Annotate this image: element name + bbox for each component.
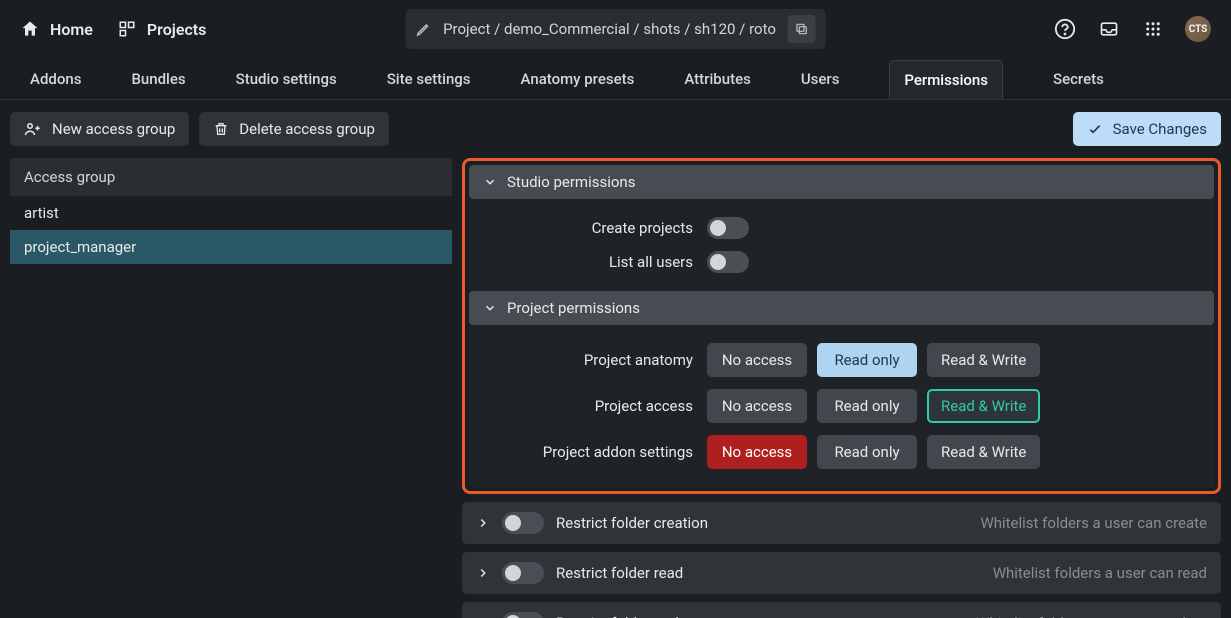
project-permissions-header[interactable]: Project permissions <box>469 291 1214 325</box>
addon-read-write[interactable]: Read & Write <box>927 435 1040 469</box>
restrict-folder-creation[interactable]: Restrict folder creation Whitelist folde… <box>462 502 1221 544</box>
studio-permissions-header[interactable]: Studio permissions <box>469 165 1214 199</box>
main: Access group artist project_manager Stud… <box>0 158 1231 618</box>
addon-no-access[interactable]: No access <box>707 435 807 469</box>
anatomy-read-only[interactable]: Read only <box>817 343 917 377</box>
tab-secrets[interactable]: Secrets <box>1053 60 1104 98</box>
perm-row-access: Project access No access Read only Read … <box>483 383 1200 429</box>
restrict-folder-read[interactable]: Restrict folder read Whitelist folders a… <box>462 552 1221 594</box>
access-group-sidebar: Access group artist project_manager <box>10 158 452 618</box>
home-icon <box>20 19 40 39</box>
copy-button[interactable] <box>788 15 816 43</box>
permissions-content: Studio permissions Create projects List … <box>462 158 1221 618</box>
nav-home[interactable]: Home <box>20 19 93 39</box>
perm-options: No access Read only Read & Write <box>707 435 1040 469</box>
sidebar-header: Access group <box>10 158 452 196</box>
collapsible-hint: Whitelist folders a user can update <box>976 614 1207 618</box>
inbox-icon[interactable] <box>1097 17 1121 41</box>
restrict-folder-creation-toggle[interactable] <box>502 512 544 534</box>
anatomy-read-write[interactable]: Read & Write <box>927 343 1040 377</box>
chevron-down-icon <box>483 175 497 189</box>
tab-addons[interactable]: Addons <box>30 60 81 98</box>
tab-site-settings[interactable]: Site settings <box>387 60 471 98</box>
perm-row-anatomy: Project anatomy No access Read only Read… <box>483 337 1200 383</box>
nav-projects-label: Projects <box>147 20 207 39</box>
sidebar-item-artist[interactable]: artist <box>10 196 452 230</box>
new-access-group-button[interactable]: New access group <box>10 112 189 146</box>
studio-permissions-title: Studio permissions <box>507 173 635 191</box>
breadcrumb-bar[interactable]: Project / demo_Commercial / shots / sh12… <box>405 9 826 49</box>
perm-options: No access Read only Read & Write <box>707 343 1040 377</box>
perm-label: Project addon settings <box>483 443 693 461</box>
tab-studio-settings[interactable]: Studio settings <box>236 60 337 98</box>
project-permissions-title: Project permissions <box>507 299 640 317</box>
tab-anatomy-presets[interactable]: Anatomy presets <box>521 60 635 98</box>
chevron-down-icon <box>483 301 497 315</box>
add-group-icon <box>24 120 42 138</box>
perm-row-list-users: List all users <box>483 245 1200 279</box>
sidebar-item-project-manager[interactable]: project_manager <box>10 230 452 264</box>
perm-options: No access Read only Read & Write <box>707 389 1040 423</box>
avatar[interactable]: CTS <box>1185 16 1211 42</box>
tab-attributes[interactable]: Attributes <box>684 60 750 98</box>
anatomy-no-access[interactable]: No access <box>707 343 807 377</box>
action-bar: New access group Delete access group Sav… <box>0 100 1231 158</box>
access-read-only[interactable]: Read only <box>817 389 917 423</box>
restrict-folder-read-toggle[interactable] <box>502 562 544 584</box>
breadcrumb-text: Project / demo_Commercial / shots / sh12… <box>443 20 776 38</box>
nav-home-label: Home <box>50 20 93 39</box>
collapsible-label: Restrict folder update <box>556 614 700 618</box>
tab-bundles[interactable]: Bundles <box>131 60 185 98</box>
new-access-group-label: New access group <box>52 120 175 138</box>
collapsible-label: Restrict folder creation <box>556 514 708 532</box>
perm-label: List all users <box>483 253 693 271</box>
top-header: Home Projects Project / demo_Commercial … <box>0 0 1231 58</box>
perm-row-addon-settings: Project addon settings No access Read on… <box>483 429 1200 475</box>
projects-icon <box>117 19 137 39</box>
save-changes-label: Save Changes <box>1113 120 1207 138</box>
collapsible-label: Restrict folder read <box>556 564 683 582</box>
highlighted-permissions: Studio permissions Create projects List … <box>462 158 1221 494</box>
create-projects-toggle[interactable] <box>707 217 749 239</box>
top-right: CTS <box>1053 16 1211 42</box>
project-permissions-body: Project anatomy No access Read only Read… <box>469 325 1214 487</box>
list-users-toggle[interactable] <box>707 251 749 273</box>
nav-projects[interactable]: Projects <box>117 19 207 39</box>
access-read-write[interactable]: Read & Write <box>927 389 1040 423</box>
tabs-bar: Addons Bundles Studio settings Site sett… <box>0 58 1231 100</box>
save-changes-button[interactable]: Save Changes <box>1073 112 1221 146</box>
chevron-right-icon <box>476 566 490 580</box>
collapsible-hint: Whitelist folders a user can read <box>993 564 1207 582</box>
addon-read-only[interactable]: Read only <box>817 435 917 469</box>
tab-users[interactable]: Users <box>801 60 840 98</box>
perm-row-create-projects: Create projects <box>483 211 1200 245</box>
studio-permissions-body: Create projects List all users <box>469 199 1214 291</box>
tab-permissions[interactable]: Permissions <box>889 60 1003 99</box>
delete-access-group-label: Delete access group <box>239 120 375 138</box>
delete-access-group-button[interactable]: Delete access group <box>199 112 389 146</box>
perm-label: Project anatomy <box>483 351 693 369</box>
access-no-access[interactable]: No access <box>707 389 807 423</box>
chevron-right-icon <box>476 516 490 530</box>
restrict-folder-update-toggle[interactable] <box>502 612 544 618</box>
collapsible-hint: Whitelist folders a user can create <box>980 514 1207 532</box>
avatar-text: CTS <box>1189 24 1208 35</box>
trash-icon <box>213 121 229 137</box>
help-icon[interactable] <box>1053 17 1077 41</box>
check-icon <box>1087 121 1103 137</box>
perm-label: Create projects <box>483 219 693 237</box>
edit-icon <box>415 21 431 37</box>
apps-icon[interactable] <box>1141 17 1165 41</box>
perm-label: Project access <box>483 397 693 415</box>
